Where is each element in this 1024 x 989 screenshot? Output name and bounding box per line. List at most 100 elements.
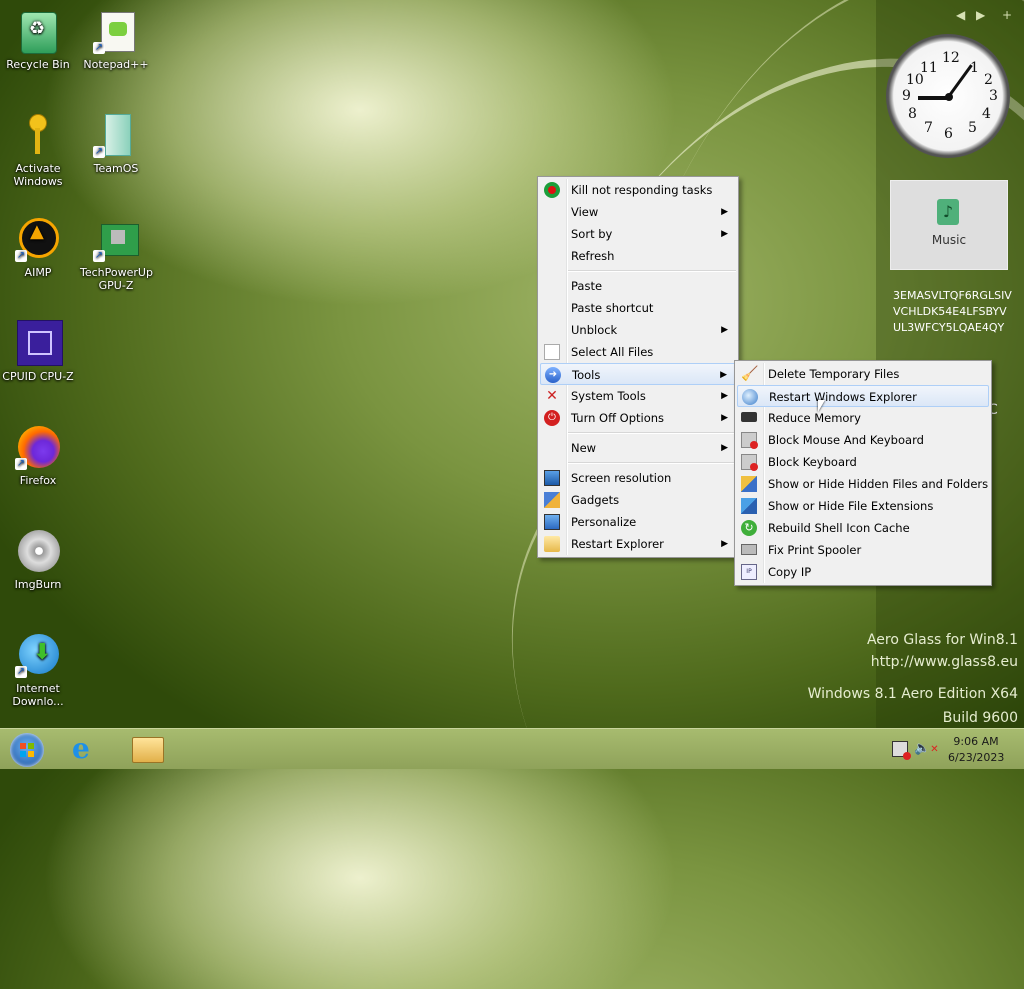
clock-numeral: 1: [970, 60, 979, 76]
menu-item-label: Unblock: [571, 323, 618, 337]
gadget-prev-icon[interactable]: ◀: [956, 8, 965, 22]
mouse-cursor-icon: [818, 400, 825, 412]
menu-item-label: Refresh: [571, 249, 615, 263]
desktop-icon-label: Notepad++: [83, 58, 149, 71]
internet-download-manager-icon: ⬇ ↗: [15, 632, 61, 678]
file-explorer-icon: [132, 737, 164, 763]
music-gadget[interactable]: ♪ Music: [890, 180, 1008, 270]
music-note-icon: ♪: [937, 199, 959, 225]
ip-icon: IP: [741, 564, 757, 580]
submenu-item-rebuild-icon-cache[interactable]: ↻ Rebuild Shell Icon Cache: [737, 517, 989, 539]
menu-item-new[interactable]: New ▶: [540, 437, 736, 459]
desktop-icon-cpu-z[interactable]: CPUID CPU-Z: [2, 320, 74, 383]
menu-item-screen-resolution[interactable]: Screen resolution: [540, 467, 736, 489]
menu-item-system-tools[interactable]: ✕ System Tools ▶: [540, 385, 736, 407]
submenu-item-label: Delete Temporary Files: [768, 367, 900, 381]
menu-item-personalize[interactable]: Personalize: [540, 511, 736, 533]
submenu-item-reduce-memory[interactable]: Reduce Memory: [737, 407, 989, 429]
menu-item-label: Sort by: [571, 227, 613, 241]
menu-item-paste[interactable]: Paste: [540, 275, 736, 297]
submenu-arrow-icon: ▶: [721, 207, 728, 217]
watermark-line: http://www.glass8.eu: [870, 654, 1018, 670]
personalize-icon: [544, 514, 560, 530]
file-icon: [544, 344, 560, 360]
desktop-icon-imgburn[interactable]: ImgBurn: [2, 528, 74, 591]
desktop-icon-notepad-plus-plus[interactable]: ↗ Notepad++: [80, 8, 152, 71]
clock-numeral: 5: [968, 120, 977, 136]
tray-network-icon[interactable]: [892, 741, 911, 760]
globe-icon: [742, 389, 758, 405]
tray-volume-muted-icon[interactable]: 🔈✕: [914, 741, 939, 756]
clock-numeral: 11: [920, 60, 938, 76]
shortcut-arrow-icon: ↗: [93, 250, 105, 262]
gadget-next-icon[interactable]: ▶: [976, 8, 985, 22]
menu-item-sort-by[interactable]: Sort by ▶: [540, 223, 736, 245]
menu-item-label: Select All Files: [571, 345, 654, 359]
submenu-item-show-hide-extensions[interactable]: Show or Hide File Extensions: [737, 495, 989, 517]
desktop-icon-recycle-bin[interactable]: ♻ Recycle Bin: [2, 8, 74, 71]
menu-item-select-all-files[interactable]: Select All Files: [540, 341, 736, 363]
menu-item-kill-tasks[interactable]: Kill not responding tasks: [540, 179, 736, 201]
menu-separator: [568, 270, 736, 272]
submenu-item-label: Rebuild Shell Icon Cache: [768, 521, 910, 535]
taskbar-internet-explorer[interactable]: e: [66, 731, 106, 767]
desktop-icon-aimp[interactable]: ▲ ↗ AIMP: [2, 216, 74, 279]
desktop-icon-teamos[interactable]: ↗ TeamOS: [80, 112, 152, 175]
menu-item-tools[interactable]: ➜ Tools ▶: [540, 363, 736, 385]
menu-item-gadgets[interactable]: Gadgets: [540, 489, 736, 511]
watermark-line: Build 9600: [942, 710, 1018, 726]
menu-item-label: Kill not responding tasks: [571, 183, 713, 197]
clock-numeral: 6: [944, 126, 953, 142]
taskbar-file-explorer[interactable]: [126, 731, 166, 767]
internet-explorer-icon: e: [72, 732, 90, 765]
wrench-icon: ✕: [546, 388, 558, 404]
menu-item-turn-off-options[interactable]: ⏻ Turn Off Options ▶: [540, 407, 736, 429]
desktop-icon-firefox[interactable]: ↗ Firefox: [2, 424, 74, 487]
tools-submenu: 🧹 Delete Temporary Files Restart Windows…: [734, 360, 992, 586]
power-icon: ⏻: [544, 410, 560, 426]
menu-item-label: Tools: [572, 368, 601, 382]
cpu-z-icon: [15, 320, 63, 366]
desktop-context-menu: Kill not responding tasks View ▶ Sort by…: [537, 176, 739, 558]
submenu-item-show-hide-hidden[interactable]: Show or Hide Hidden Files and Folders: [737, 473, 989, 495]
submenu-item-delete-temp-files[interactable]: 🧹 Delete Temporary Files: [737, 363, 989, 385]
desktop-icon-label: Recycle Bin: [6, 58, 70, 71]
menu-separator: [568, 462, 736, 464]
firefox-icon: ↗: [15, 424, 61, 470]
desktop-icon-activate-windows[interactable]: Activate Windows: [2, 112, 74, 188]
desktop-icon-label: Activate Windows: [13, 162, 63, 188]
shortcut-arrow-icon: ↗: [93, 42, 105, 54]
menu-item-view[interactable]: View ▶: [540, 201, 736, 223]
menu-item-paste-shortcut[interactable]: Paste shortcut: [540, 297, 736, 319]
menu-item-restart-explorer[interactable]: Restart Explorer ▶: [540, 533, 736, 555]
submenu-item-block-keyboard[interactable]: Block Keyboard: [737, 451, 989, 473]
desktop-icon-idm[interactable]: ⬇ ↗ Internet Downlo...: [2, 632, 74, 708]
start-button[interactable]: [8, 731, 46, 767]
submenu-arrow-icon: ▶: [721, 539, 728, 549]
desktop-icon-gpu-z[interactable]: ↗ TechPowerUp GPU-Z: [80, 216, 153, 292]
menu-item-unblock[interactable]: Unblock ▶: [540, 319, 736, 341]
gadget-add-icon[interactable]: +: [1002, 8, 1012, 22]
shortcut-arrow-icon: ↗: [15, 250, 27, 262]
desktop-icon-label: CPUID CPU-Z: [2, 370, 74, 383]
submenu-item-restart-windows-explorer[interactable]: Restart Windows Explorer: [737, 385, 989, 407]
menu-item-label: New: [571, 441, 597, 455]
submenu-arrow-icon: ▶: [721, 443, 728, 453]
submenu-item-copy-ip[interactable]: IP Copy IP: [737, 561, 989, 583]
tray-time: 9:06 AM: [953, 735, 999, 748]
menu-item-label: Restart Explorer: [571, 537, 664, 551]
tray-clock[interactable]: 9:06 AM 6/23/2023: [948, 734, 1004, 766]
recycle-bin-icon: ♻: [15, 8, 61, 54]
menu-item-refresh[interactable]: Refresh: [540, 245, 736, 267]
clock-numeral: 9: [902, 88, 911, 104]
submenu-item-label: Block Mouse And Keyboard: [768, 433, 924, 447]
product-key-text: 3EMASVLTQF6RGLSIVVCHLDK54E4LFSBYVUL3WFCY…: [893, 289, 1012, 334]
clock-gadget[interactable]: 12 1 2 3 4 5 6 7 8 9 10 11: [886, 34, 1010, 158]
submenu-item-fix-print-spooler[interactable]: Fix Print Spooler: [737, 539, 989, 561]
keyboard-icon: [741, 454, 758, 471]
key-icon: [15, 112, 61, 158]
shortcut-arrow-icon: ↗: [15, 666, 27, 678]
submenu-item-label: Fix Print Spooler: [768, 543, 862, 557]
clock-numeral: 4: [982, 106, 991, 122]
submenu-item-block-mouse-keyboard[interactable]: Block Mouse And Keyboard: [737, 429, 989, 451]
